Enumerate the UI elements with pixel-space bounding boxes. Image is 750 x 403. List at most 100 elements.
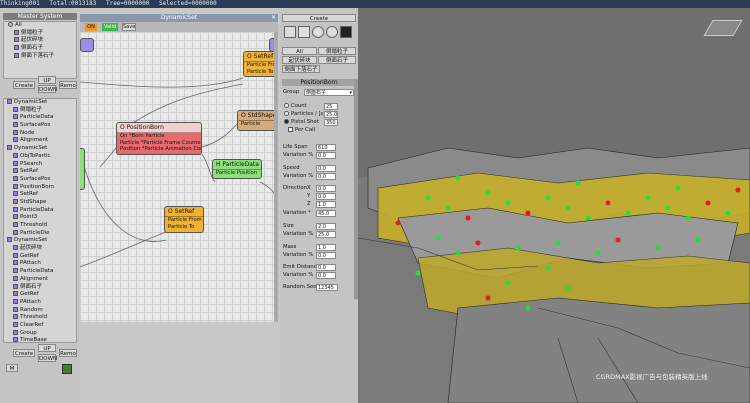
remove-button[interactable]: Remo xyxy=(59,81,77,89)
node-canvas[interactable]: O SetRef Particle From Particle To O Pos… xyxy=(80,32,278,322)
save-icon[interactable] xyxy=(62,364,72,374)
emit-variation-field[interactable]: 0.0 xyxy=(316,272,336,279)
emit-distance-field[interactable]: 0.0 xyxy=(316,264,336,271)
valid-button[interactable]: Valid xyxy=(102,23,118,31)
down-button[interactable]: DOWN xyxy=(38,85,57,93)
tree-item[interactable]: Alignment xyxy=(7,137,76,145)
m-button[interactable]: M xyxy=(6,364,18,372)
tree-item[interactable]: ParticleData xyxy=(7,206,76,215)
tree-item[interactable]: 倒面石子 xyxy=(7,283,76,292)
tree-item[interactable]: ParticleDie xyxy=(7,229,76,238)
size-variation-field[interactable]: 25.0 xyxy=(316,231,336,238)
settings-icon[interactable] xyxy=(312,26,324,38)
tree-item[interactable]: ObjToPartic xyxy=(7,152,76,161)
size-field[interactable]: 2.0 xyxy=(316,223,336,230)
up-button[interactable]: UP xyxy=(38,76,56,84)
on-toggle[interactable]: ON xyxy=(85,23,97,31)
tree-item[interactable]: Group xyxy=(7,329,76,338)
group-item[interactable]: 倒面下落石子 xyxy=(8,52,76,61)
tree-item[interactable]: Node xyxy=(7,129,76,138)
tree-item[interactable]: SurfacePos xyxy=(7,175,76,184)
direction-y-field[interactable]: 0.0 xyxy=(316,193,336,200)
dynamicset-title: DynamicSet xyxy=(160,14,198,21)
tree-item[interactable]: 倒塌粒子 xyxy=(7,106,76,115)
life-span-variation-field[interactable]: 0.0 xyxy=(316,152,336,159)
group-item[interactable]: 倒面石子 xyxy=(8,45,76,53)
bottom-remove-button[interactable]: Remo xyxy=(59,349,77,357)
tree-item[interactable]: TimeBase xyxy=(7,337,76,342)
mass-variation-field[interactable]: 0.0 xyxy=(316,252,336,259)
direction-z-field[interactable]: 1.0 xyxy=(316,201,336,208)
particles-per-sec-field[interactable]: 25.0 xyxy=(324,111,338,118)
master-system-header: Master System xyxy=(3,13,77,20)
tree-item[interactable]: DynamicSet xyxy=(7,237,76,245)
gear-icon[interactable] xyxy=(284,26,296,38)
node-icon xyxy=(13,152,18,158)
group-select[interactable]: 倒面石子 ▾ xyxy=(304,89,354,96)
node-stdshape[interactable]: O StdShape Particle xyxy=(237,110,278,131)
direction-variation-field[interactable]: 45.0 xyxy=(316,210,336,217)
target-icon[interactable] xyxy=(326,26,338,38)
tree-item[interactable]: PSearch xyxy=(7,160,76,169)
tree-item[interactable]: DynamicSet xyxy=(7,145,76,153)
tree-item[interactable]: GetRef xyxy=(7,291,76,299)
life-span-field[interactable]: 610 xyxy=(316,144,336,151)
pistol-shot-field[interactable]: 350 xyxy=(324,119,338,126)
per-call-checkbox[interactable]: Per Call xyxy=(288,127,315,134)
count-field[interactable]: 25 xyxy=(324,103,338,110)
tree-item[interactable]: Point3 xyxy=(7,214,76,222)
particles-per-sec-radio[interactable]: Particles / [s] xyxy=(284,111,325,118)
tree-item[interactable]: 起伏碎块 xyxy=(7,245,76,253)
bottom-create-button[interactable]: Create xyxy=(13,349,35,357)
pistol-shot-radio[interactable]: Pistol Shot xyxy=(284,119,319,126)
positionborn-rollout-header[interactable]: PositionBorn xyxy=(282,79,356,86)
node-icon xyxy=(14,52,19,58)
speed-variation-field[interactable]: 0.0 xyxy=(316,173,336,180)
bottom-up-button[interactable]: UP xyxy=(38,344,56,352)
node-setref-bottom[interactable]: O SetRef Particle From Particle To xyxy=(164,206,204,233)
group-all-button[interactable]: All xyxy=(282,47,317,55)
speed-field[interactable]: 0.0 xyxy=(316,165,336,172)
node-icon xyxy=(8,22,13,27)
tree-item[interactable]: Random xyxy=(7,306,76,315)
tree-item[interactable]: GetRef xyxy=(7,252,76,261)
group-button-4[interactable]: 倒面下落石子 xyxy=(282,65,320,73)
create-tab[interactable]: Create xyxy=(282,14,356,22)
close-icon[interactable]: ✕ xyxy=(271,14,276,22)
size-label: Size xyxy=(283,223,294,229)
node-particledata[interactable]: H ParticleData Particle Position xyxy=(212,159,262,179)
group-item[interactable]: 起伏碎块 xyxy=(8,37,76,45)
mass-field[interactable]: 1.0 xyxy=(316,244,336,251)
random-seed-field[interactable]: 12345 xyxy=(316,284,338,291)
tree-item[interactable]: PAttach xyxy=(7,260,76,268)
tree-item[interactable]: Threshold xyxy=(7,314,76,322)
group-button-2[interactable]: 起伏碎块 xyxy=(282,56,317,64)
group-root[interactable]: All xyxy=(8,22,76,30)
group-button-3[interactable]: 倒面石子 xyxy=(318,56,356,64)
canvas-scrollbar[interactable] xyxy=(274,32,278,322)
group-button-1[interactable]: 倒塌粒子 xyxy=(318,47,356,55)
tree-item[interactable]: ParticleData xyxy=(7,268,76,276)
create-button[interactable]: Create xyxy=(13,81,35,89)
tree-item[interactable]: ParticleData xyxy=(7,114,76,122)
perspective-viewport[interactable]: CGRDMAX影视广告与包装精英版上线 xyxy=(358,8,750,403)
tree-item[interactable]: DynamicSet xyxy=(7,99,76,107)
shape-icon[interactable] xyxy=(298,26,310,38)
tree-item[interactable]: SurfacePos xyxy=(7,122,76,130)
tree-item[interactable]: SetRef xyxy=(7,191,76,199)
save-button[interactable]: Save xyxy=(122,23,136,31)
cube-icon[interactable] xyxy=(340,26,352,38)
tree-item[interactable]: SetRef xyxy=(7,168,76,176)
count-radio[interactable]: Count xyxy=(284,103,307,110)
direction-x-field[interactable]: 0.0 xyxy=(316,185,336,192)
bottom-down-button[interactable]: DOWN xyxy=(38,354,57,362)
tree-item[interactable]: PAttach xyxy=(7,298,76,307)
tree-item[interactable]: Alignment xyxy=(7,275,76,284)
node-positionborn[interactable]: O PositionBorn On *Born Particle Particl… xyxy=(116,122,202,155)
tree-item[interactable]: ClearRef xyxy=(7,321,76,330)
tree-item[interactable]: StdShape xyxy=(7,198,76,207)
tree-item[interactable]: Threshold xyxy=(7,222,76,230)
node-setref-top[interactable]: O SetRef Particle From Particle To xyxy=(243,51,278,77)
node-icon xyxy=(13,222,18,227)
tree-item[interactable]: PositionBorn xyxy=(7,183,76,192)
